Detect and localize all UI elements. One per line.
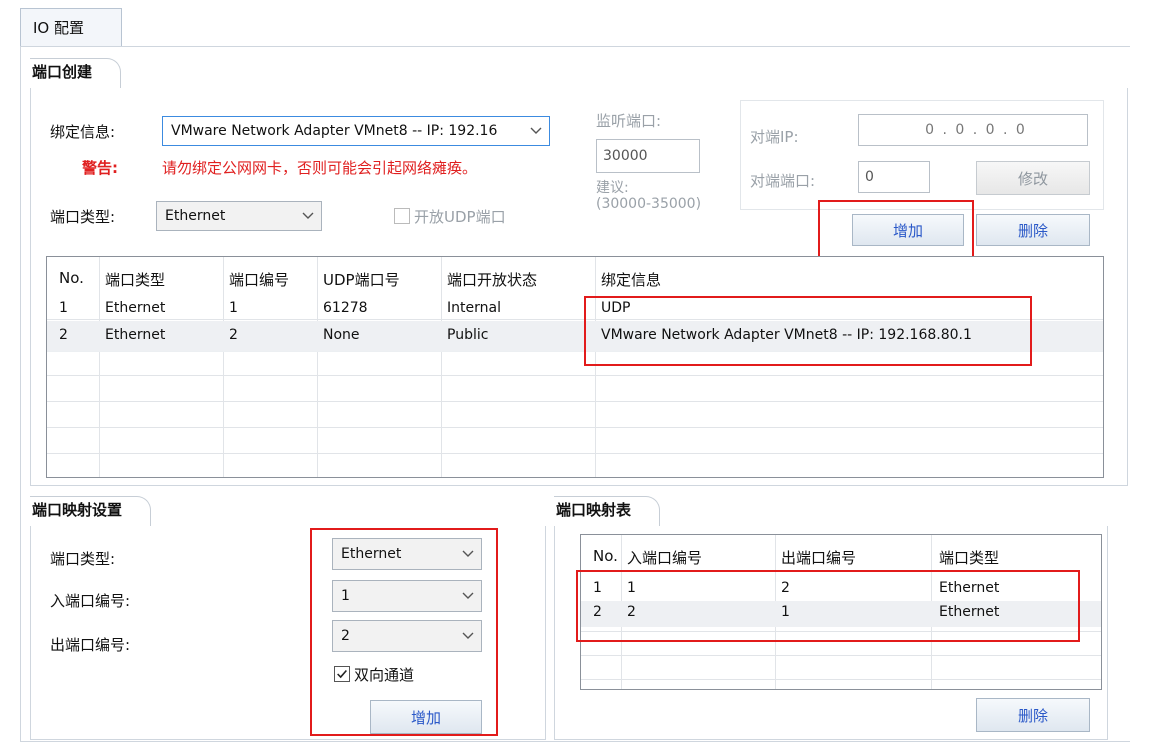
- column-header: 出端口编号: [781, 549, 857, 567]
- table-cell: 2: [229, 327, 238, 343]
- port-table-header: No. 端口类型 端口编号 UDP端口号 端口开放状态 绑定信息: [47, 257, 1103, 297]
- mapping-table-title: 端口映射表: [554, 496, 661, 526]
- suggest-label: 建议:: [596, 180, 629, 196]
- peer-ip-label: 对端IP:: [750, 128, 799, 146]
- delete-port-button-label: 删除: [1017, 221, 1048, 240]
- column-header: 端口开放状态: [447, 271, 538, 289]
- column-header: 入端口编号: [627, 549, 703, 567]
- open-udp-checkbox[interactable]: [394, 208, 410, 224]
- port-type-value: Ethernet: [165, 208, 226, 224]
- warning-label: 警告:: [82, 159, 118, 177]
- listen-port-label: 监听端口:: [596, 112, 662, 130]
- peer-port-label: 对端端口:: [750, 172, 816, 190]
- warning-text: 请勿绑定公网网卡，否则可能会引起网络瘫痪。: [162, 159, 478, 177]
- table-cell: Ethernet: [105, 300, 166, 316]
- peer-port-input[interactable]: 0: [858, 161, 930, 193]
- tab-io-config[interactable]: IO 配置: [20, 8, 122, 46]
- column-header: 端口类型: [939, 549, 1000, 567]
- table-cell: Internal: [447, 300, 501, 316]
- port-table[interactable]: No. 端口类型 端口编号 UDP端口号 端口开放状态 绑定信息 1 Ether…: [46, 256, 1104, 478]
- column-header: No.: [593, 547, 618, 565]
- suggest-range: (30000-35000): [596, 196, 702, 212]
- port-type-label: 端口类型:: [50, 208, 116, 226]
- bind-info-value: VMware Network Adapter VMnet8 -- IP: 192…: [171, 123, 498, 139]
- highlight-mapping-rows: [576, 570, 1080, 642]
- delete-port-button[interactable]: 删除: [976, 214, 1090, 246]
- peer-port-value: 0: [865, 169, 874, 185]
- table-cell: None: [323, 327, 360, 343]
- listen-port-input[interactable]: 30000: [596, 139, 700, 173]
- port-create-title: 端口创建: [30, 58, 122, 88]
- column-header: 端口类型: [105, 271, 166, 289]
- modify-button-label: 修改: [1017, 169, 1048, 188]
- chevron-down-icon: [302, 212, 314, 219]
- modify-button[interactable]: 修改: [976, 161, 1090, 195]
- table-cell: 1: [59, 300, 68, 316]
- column-header: UDP端口号: [323, 271, 400, 289]
- mapping-table-header: No. 入端口编号 出端口编号 端口类型: [581, 535, 1101, 575]
- table-cell: 61278: [323, 300, 368, 316]
- map-in-port-label: 入端口编号:: [50, 592, 131, 610]
- open-udp-label: 开放UDP端口: [414, 208, 506, 226]
- highlight-mapping-settings: [310, 528, 498, 736]
- peer-ip-input[interactable]: 0 . 0 . 0 . 0: [858, 114, 1088, 146]
- bind-info-select[interactable]: VMware Network Adapter VMnet8 -- IP: 192…: [162, 116, 550, 146]
- column-header: 端口编号: [229, 271, 290, 289]
- mapping-settings-title: 端口映射设置: [30, 496, 152, 526]
- port-type-select[interactable]: Ethernet: [156, 201, 322, 231]
- chevron-down-icon: [530, 127, 542, 134]
- delete-mapping-button[interactable]: 删除: [976, 698, 1090, 732]
- highlight-bind-info: [584, 296, 1032, 366]
- listen-port-value: 30000: [603, 148, 648, 164]
- delete-mapping-button-label: 删除: [1017, 706, 1048, 725]
- table-cell: 2: [59, 327, 68, 343]
- peer-ip-value: 0 . 0 . 0 . 0: [925, 122, 1027, 138]
- bind-info-label: 绑定信息:: [50, 123, 116, 141]
- table-cell: Ethernet: [105, 327, 166, 343]
- map-out-port-label: 出端口编号:: [50, 636, 131, 654]
- column-header: 绑定信息: [601, 271, 662, 289]
- table-cell: 1: [229, 300, 238, 316]
- column-header: No.: [59, 269, 84, 287]
- table-cell: Public: [447, 327, 489, 343]
- map-port-type-label: 端口类型:: [50, 550, 116, 568]
- tab-io-config-label: IO 配置: [33, 19, 84, 37]
